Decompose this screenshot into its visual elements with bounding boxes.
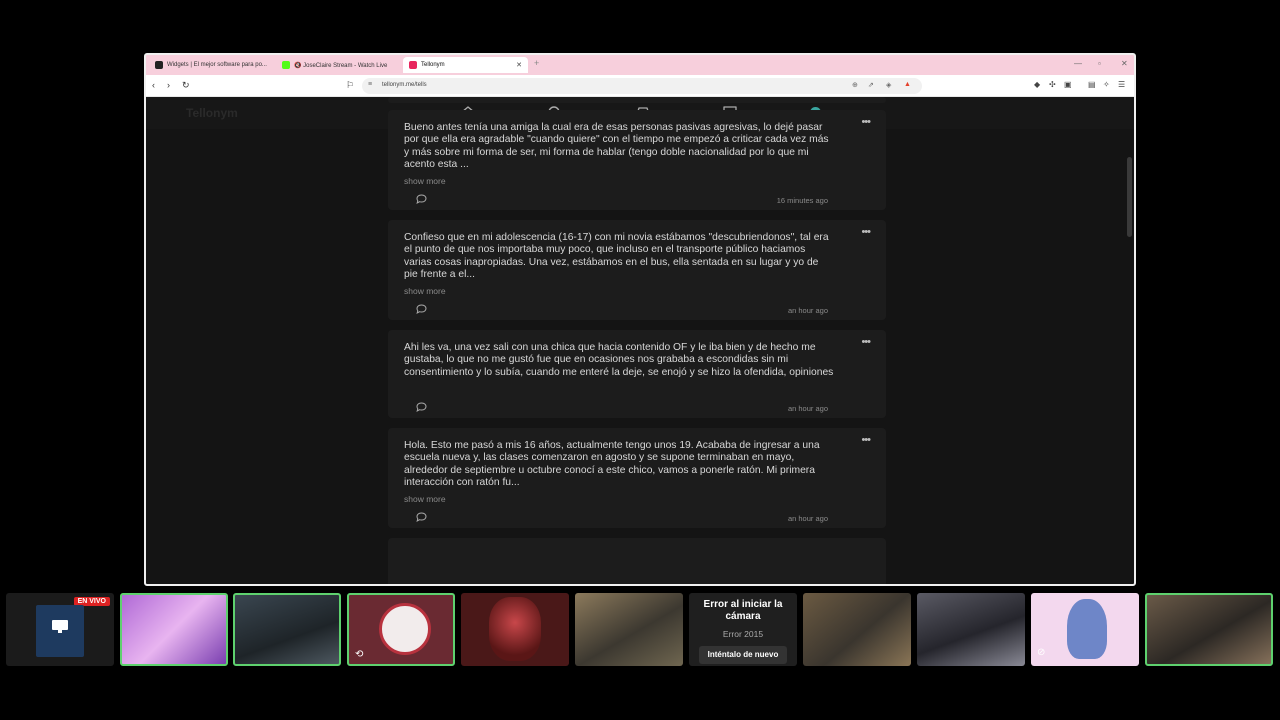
more-options-icon[interactable]: ••• <box>861 116 871 128</box>
close-tab-icon[interactable]: ✕ <box>516 61 522 69</box>
screen-share-tile[interactable]: EN VIVO <box>6 593 114 666</box>
tell-timestamp: 16 minutes ago <box>776 196 828 205</box>
navigation-bar: ‹ › ↻ ⚐ ≡ tellonym.me/tells ⊕ ⇗ ◈ ▲ ◆ ✣ … <box>146 75 1134 97</box>
avatar-art <box>489 597 541 661</box>
tell-timestamp: an hour ago <box>787 514 828 523</box>
tell-timestamp: an hour ago <box>787 404 828 413</box>
sidebar-icon[interactable]: ▤ <box>1088 80 1096 89</box>
more-options-icon[interactable]: ••• <box>861 434 871 446</box>
reload-icon[interactable]: ↻ <box>182 80 190 91</box>
participant-video-tile[interactable] <box>233 593 341 666</box>
bookmark-icon[interactable]: ⚐ <box>346 80 354 91</box>
tell-text: Hola. Esto me pasó a mis 16 años, actual… <box>404 440 820 489</box>
minimize-icon[interactable]: — <box>1074 59 1082 68</box>
tab-title: Tellonym <box>421 62 445 68</box>
tell-text: Confieso que en mi adolescencia (16-17) … <box>404 232 829 281</box>
participant-video-tile[interactable] <box>803 593 911 666</box>
comment-icon[interactable] <box>416 402 427 412</box>
avatar-art <box>1067 599 1107 659</box>
tab-kick-stream[interactable]: 🔇 JoseClaire Stream - Watch Live <box>276 57 401 73</box>
comment-icon[interactable] <box>416 512 427 522</box>
scrollbar-thumb[interactable] <box>1127 157 1132 237</box>
monitor-icon <box>52 620 68 633</box>
show-more-link[interactable]: show more <box>404 494 446 504</box>
kick-favicon-icon <box>282 61 290 69</box>
tab-widgets[interactable]: Widgets | El mejor software para po... <box>149 57 274 73</box>
stream-overlay: Widgets | El mejor software para po... 🔇… <box>0 0 1280 720</box>
zoom-icon[interactable]: ⊕ <box>852 81 858 89</box>
share-icon[interactable]: ⇗ <box>868 81 874 89</box>
ai-icon[interactable]: ✧ <box>1103 80 1110 89</box>
participant-video-tile[interactable] <box>917 593 1025 666</box>
new-tab-icon[interactable]: + <box>534 58 539 68</box>
tell-text: Bueno antes tenía una amiga la cual era … <box>404 122 829 171</box>
close-window-icon[interactable]: ✕ <box>1121 59 1128 68</box>
show-more-link[interactable]: show more <box>404 176 446 186</box>
tell-card[interactable]: Ahi les va, una vez sali con una chica q… <box>388 330 886 418</box>
tell-card[interactable]: Bueno antes tenía una amiga la cual era … <box>388 110 886 210</box>
maximize-icon[interactable]: ▫ <box>1098 59 1101 68</box>
extension-icon[interactable]: ◆ <box>1034 80 1040 89</box>
url-text: tellonym.me/tells <box>382 82 427 88</box>
tell-card[interactable]: Hola. Esto me pasó a mis 16 años, actual… <box>388 428 886 528</box>
tellonym-page: Tellonym Bueno antes tenía una amiga la … <box>146 97 1134 584</box>
alert-icon[interactable]: ▲ <box>904 81 911 88</box>
tellonym-logo[interactable]: Tellonym <box>186 106 238 120</box>
tellonym-favicon-icon <box>409 61 417 69</box>
camera-error-tile: Error al iniciar la cámara Error 2015 In… <box>689 593 797 666</box>
listening-icon: ⟲ <box>355 649 364 660</box>
widgets-favicon-icon <box>155 61 163 69</box>
show-more-link[interactable]: show more <box>404 286 446 296</box>
participant-video-tile[interactable] <box>575 593 683 666</box>
tab-strip: Widgets | El mejor software para po... 🔇… <box>146 55 1134 75</box>
tab-title: 🔇 JoseClaire Stream - Watch Live <box>294 62 388 69</box>
menu-icon[interactable]: ☰ <box>1118 80 1125 89</box>
muted-mic-icon: ⊘ <box>1037 647 1046 658</box>
participant-avatar-tile[interactable] <box>461 593 569 666</box>
site-info-icon[interactable]: ≡ <box>368 81 372 88</box>
address-bar[interactable]: ≡ tellonym.me/tells ⊕ ⇗ ◈ ▲ <box>362 78 922 94</box>
comment-icon[interactable] <box>416 194 427 204</box>
mascot-avatar <box>379 603 431 655</box>
tab-title: Widgets | El mejor software para po... <box>167 62 267 68</box>
shield-icon[interactable]: ◈ <box>886 81 891 89</box>
wallet-icon[interactable]: ▣ <box>1064 80 1072 89</box>
tell-text: Ahi les va, una vez sali con una chica q… <box>404 342 834 378</box>
more-options-icon[interactable]: ••• <box>861 226 871 238</box>
back-icon[interactable]: ‹ <box>152 80 155 90</box>
tab-tellonym[interactable]: Tellonym ✕ <box>403 57 528 73</box>
tell-timestamp: an hour ago <box>787 306 828 315</box>
participant-video-tile[interactable] <box>120 593 228 666</box>
tell-card[interactable]: Confieso que en mi adolescencia (16-17) … <box>388 220 886 320</box>
more-options-icon[interactable]: ••• <box>861 336 871 348</box>
participant-avatar-tile[interactable]: ⟲ <box>347 593 455 666</box>
next-tell-card <box>388 538 886 584</box>
puzzle-icon[interactable]: ✣ <box>1049 80 1056 89</box>
camera-error-title: Error al iniciar la cámara <box>703 599 783 622</box>
retry-camera-button[interactable]: Inténtalo de nuevo <box>699 646 787 664</box>
forward-icon[interactable]: › <box>167 80 170 90</box>
participant-video-tile[interactable] <box>1145 593 1273 666</box>
browser-window: Widgets | El mejor software para po... 🔇… <box>144 53 1136 586</box>
camera-error-code: Error 2015 <box>722 629 764 639</box>
comment-icon[interactable] <box>416 304 427 314</box>
previous-tell-card <box>388 97 886 103</box>
participant-avatar-tile[interactable]: ⊘ <box>1031 593 1139 666</box>
